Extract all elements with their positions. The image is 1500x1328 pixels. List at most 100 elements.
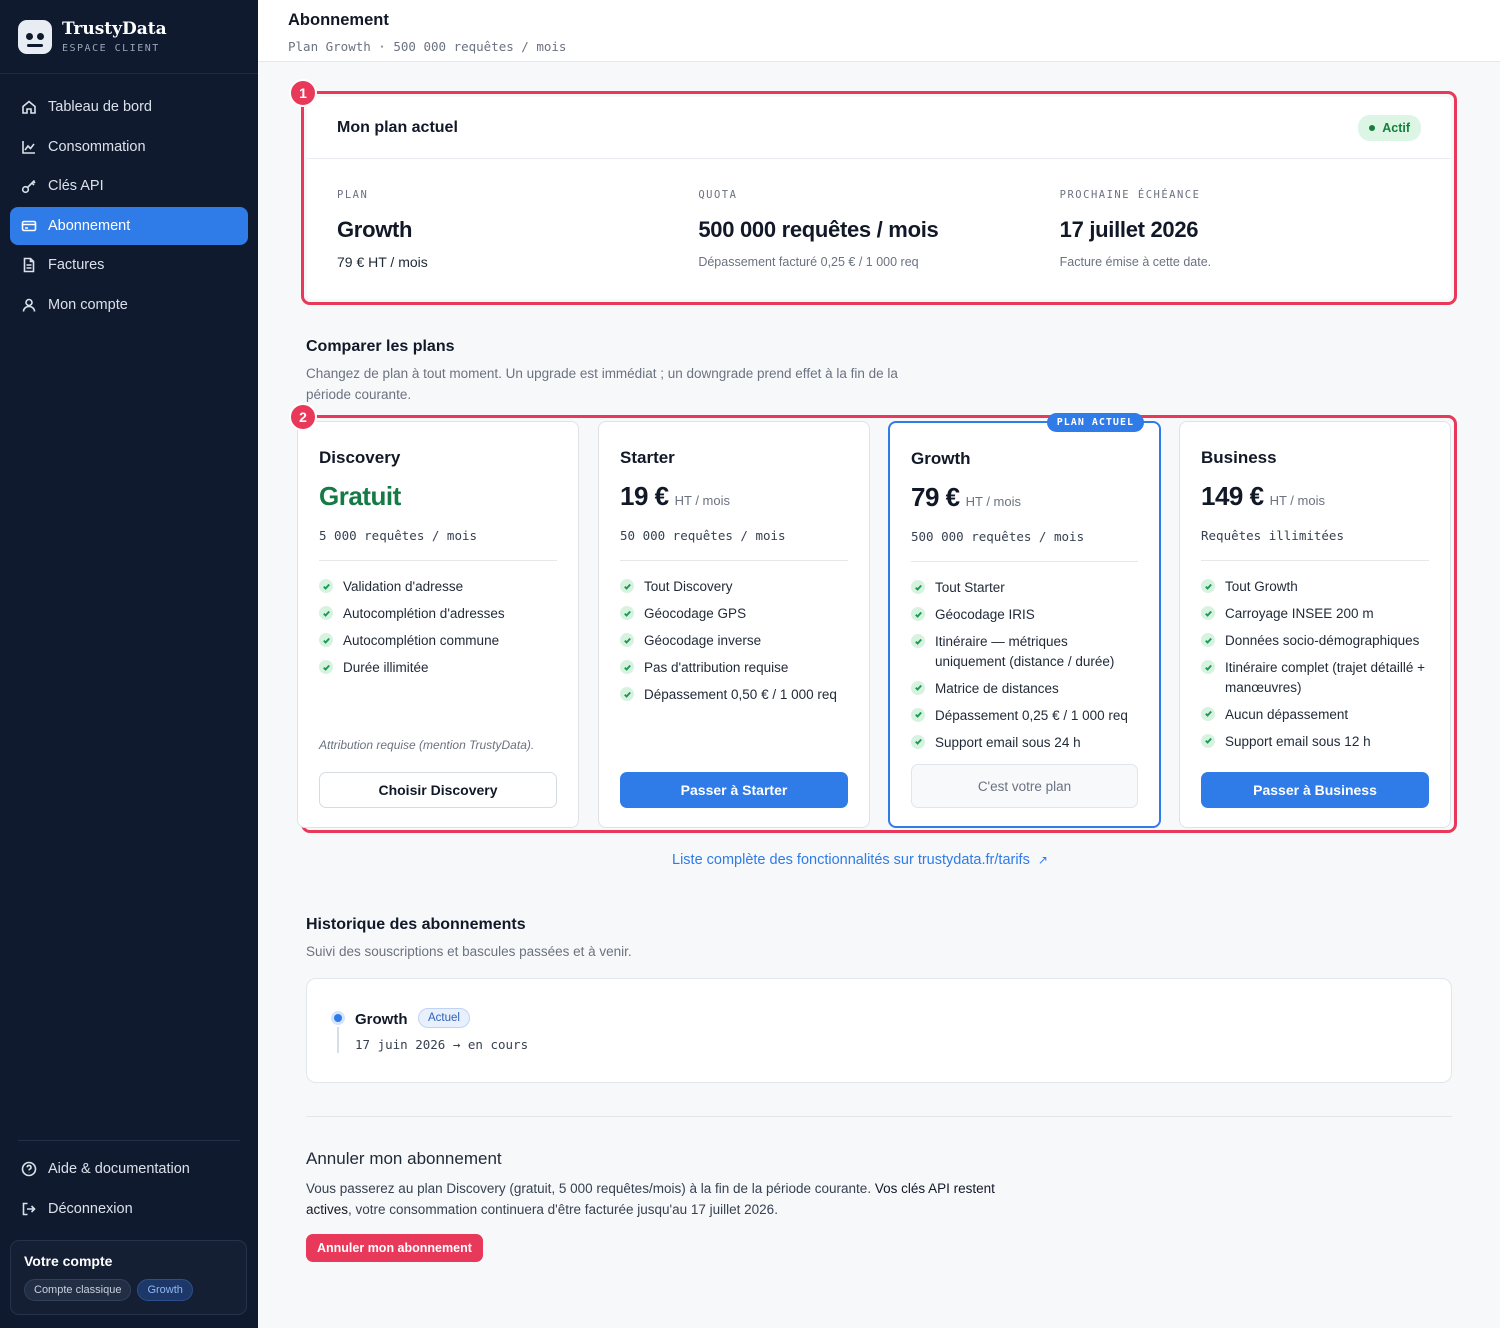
plan-name: Starter [620,448,675,467]
chart-line-icon [20,138,38,156]
check-icon [620,606,634,620]
feature-item: Itinéraire — métriques uniquement (dista… [911,632,1138,671]
plan-price-unit: HT / mois [1269,493,1325,508]
annotation-marker-2: 2 [289,403,317,431]
next-due-label: PROCHAINE ÉCHÉANCE [1059,189,1201,201]
sidebar-item-label: Tableau de bord [48,99,152,115]
check-icon [911,607,925,621]
plan-price-unit: HT / mois [965,494,1021,509]
sidebar-item-account[interactable]: Mon compte [10,286,248,324]
current-quota-note: Dépassement facturé 0,25 € / 1 000 req [698,255,919,269]
check-icon [319,660,333,674]
feature-item: Dépassement 0,50 € / 1 000 req [620,685,848,705]
cancel-subscription-button[interactable]: Annuler mon abonnement [306,1234,483,1262]
history-plan-name: Growth [355,1011,408,1028]
feature-item: Autocomplétion d'adresses [319,604,557,624]
sidebar-item-help[interactable]: Aide & documentation [10,1150,248,1188]
robot-logo-icon [18,19,52,54]
current-plan-button: C'est votre plan [911,764,1138,808]
plan-quota: 50 000 requêtes / mois [620,528,848,561]
check-icon [319,606,333,620]
feature-item: Dépassement 0,25 € / 1 000 req [911,706,1138,726]
status-badge: Actif [1358,114,1421,141]
choose-discovery-button[interactable]: Choisir Discovery [319,772,557,808]
check-icon [1201,733,1215,748]
check-icon [911,707,925,722]
home-icon [20,98,38,116]
check-icon [620,660,634,674]
full-features-link-label: Liste complète des fonctionnalités sur t… [672,852,1030,868]
next-due-note: Facture émise à cette date. [1059,255,1212,269]
plan-name: Growth [911,449,971,468]
sidebar: TrustyData ESPACE CLIENT Tableau de bord… [0,0,258,1328]
feature-item: Durée illimitée [319,658,557,678]
history-description: Suivi des souscriptions et bascules pass… [306,944,632,959]
timeline-line [337,1027,339,1053]
external-link-icon: ↗ [1037,853,1048,867]
credit-card-icon [20,217,38,235]
brand-subtitle: ESPACE CLIENT [62,43,160,54]
check-icon [911,634,925,648]
check-icon [620,687,634,701]
plan-quota: 500 000 requêtes / mois [911,529,1138,562]
feature-list: Tout Starter Géocodage IRIS Itinéraire —… [911,578,1138,752]
sidebar-item-api-keys[interactable]: Clés API [10,167,248,205]
section-divider [306,1116,1452,1117]
sidebar-divider [18,1140,240,1141]
check-icon [911,734,925,749]
feature-item: Autocomplétion commune [319,631,557,651]
plan-name: Discovery [319,448,401,467]
check-icon [620,633,634,647]
sidebar-item-label: Mon compte [48,296,128,313]
check-icon [319,579,333,593]
full-features-link[interactable]: Liste complète des fonctionnalités sur t… [672,852,1048,868]
sidebar-item-subscription[interactable]: Abonnement [10,206,248,245]
plan-card-discovery: Discovery Gratuit 5 000 requêtes / mois … [297,421,579,828]
plan-price-unit: HT / mois [674,493,730,508]
sidebar-item-label: Déconnexion [48,1200,133,1217]
current-plan-card: Mon plan actuel Actif PLAN Growth 79 € H… [307,97,1451,299]
sidebar-item-label: Consommation [48,138,146,155]
sidebar-item-logout[interactable]: Déconnexion [10,1190,248,1228]
check-icon [1201,706,1215,721]
brand[interactable]: TrustyData ESPACE CLIENT [0,0,258,74]
check-icon [911,680,925,695]
plan-price: 149 € [1201,481,1264,511]
plan-card-business: Business 149 € HT / mois Requêtes illimit… [1179,421,1451,828]
cancel-description: Vous passerez au plan Discovery (gratuit… [306,1181,995,1217]
feature-list: Validation d'adresse Autocomplétion d'ad… [319,577,557,678]
timeline-dot-icon [331,1011,345,1025]
current-plan-ribbon: PLAN ACTUEL [1046,413,1144,432]
feature-item: Tout Discovery [620,577,848,597]
help-circle-icon [20,1160,38,1178]
check-icon [620,579,634,593]
compare-description: Changez de plan à tout moment. Un upgrad… [306,366,898,402]
upgrade-business-button[interactable]: Passer à Business [1201,772,1429,808]
plan-card-starter: Starter 19 € HT / mois 50 000 requêtes / … [598,421,870,828]
compare-title: Comparer les plans [306,338,455,355]
check-icon [1201,660,1215,674]
plan-name: Business [1201,448,1277,467]
account-plan-tag: Growth [137,1279,193,1301]
account-summary: Votre compte Compte classique Growth [10,1240,247,1315]
document-icon [20,256,38,274]
sidebar-item-label: Clés API [48,178,104,194]
check-icon [1201,633,1215,647]
current-plan-label: PLAN [337,189,369,201]
brand-name: TrustyData [62,19,167,39]
plan-quota: Requêtes illimitées [1201,528,1429,561]
feature-item: Données socio-démographiques [1201,631,1429,651]
sidebar-item-consumption[interactable]: Consommation [10,128,248,166]
annotation-marker-1: 1 [289,79,317,107]
sidebar-item-dashboard[interactable]: Tableau de bord [10,88,248,126]
sidebar-item-invoices[interactable]: Factures [10,246,248,284]
sidebar-item-label: Aide & documentation [48,1161,190,1177]
key-icon [20,177,38,195]
feature-item: Géocodage GPS [620,604,848,624]
user-icon [20,296,38,314]
upgrade-starter-button[interactable]: Passer à Starter [620,772,848,808]
history-current-badge: Actuel [418,1008,470,1028]
feature-item: Validation d'adresse [319,577,557,597]
check-icon [1201,579,1215,593]
cancel-title: Annuler mon abonnement [306,1149,502,1168]
